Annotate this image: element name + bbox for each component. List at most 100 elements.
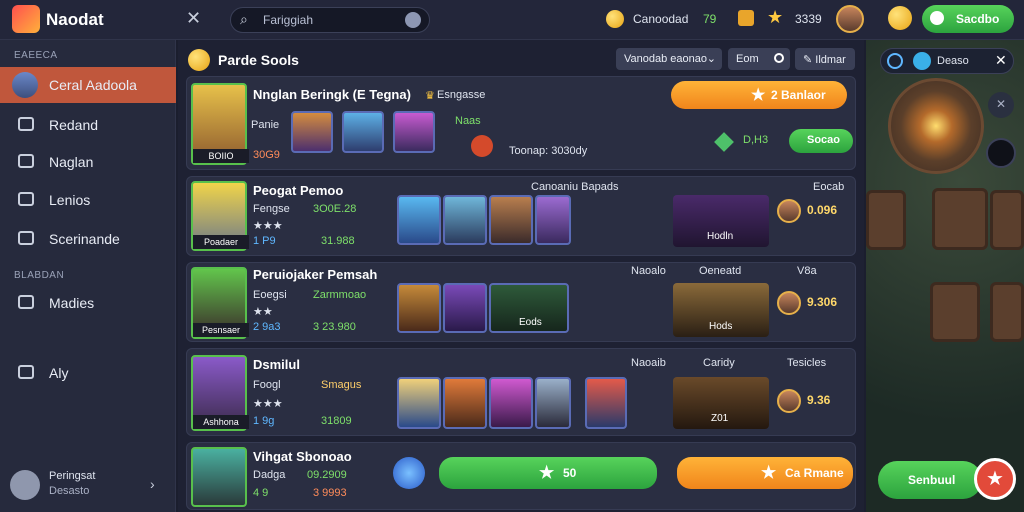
card-line: Fengse <box>253 203 290 215</box>
profile-menu[interactable]: Peringsat Desasto › <box>0 470 176 502</box>
hero-portrait: Ashhona <box>191 355 249 431</box>
orange-action-button[interactable]: ★ Ca Rmane <box>677 457 853 489</box>
game-card[interactable]: Pesnsaer Peruiojaker Pemsah Eoegsi Zarmm… <box>186 262 856 342</box>
champion-tile[interactable] <box>393 111 435 153</box>
sidebar-item-scerinande[interactable]: Scerinande <box>0 221 176 257</box>
champion-tile[interactable] <box>443 283 487 333</box>
sidebar-item-madies[interactable]: Madies <box>0 285 176 321</box>
search-value: Fariggiah <box>263 13 314 27</box>
card-stat-value: 31809 <box>321 415 352 427</box>
refresh-icon <box>887 53 903 69</box>
chip-bar[interactable]: Deaso ✕ <box>880 48 1014 74</box>
chest-icon[interactable] <box>738 10 754 26</box>
profile-subtitle: Desasto <box>49 485 90 497</box>
game-card[interactable]: Ashhona Dsmilul Foogl Smagus ★★★ 1 9g 31… <box>186 348 856 436</box>
card-detail: Panie <box>251 119 280 131</box>
game-card[interactable]: Poadaer Peogat Pemoo Fengse 3O0E.28 ★★★ … <box>186 176 856 256</box>
champion-tile[interactable] <box>489 377 533 429</box>
filter-icon[interactable] <box>405 12 421 28</box>
search-icon: ⌕ <box>240 11 248 27</box>
chevron-down-icon: ⌄ <box>706 53 716 65</box>
champion-tile[interactable] <box>397 283 441 333</box>
card-title: Nnglan Beringk (E Tegna) <box>253 87 411 102</box>
star-icon: ★ <box>539 463 555 482</box>
card-title: Dsmilul <box>253 357 300 372</box>
card-line: Foogl <box>253 379 281 391</box>
green-action-button[interactable]: ★ 50 <box>439 457 657 489</box>
filter-toggle[interactable]: Eom <box>728 48 790 70</box>
champion-tile[interactable] <box>291 111 333 153</box>
gold-coin-icon[interactable] <box>888 6 912 30</box>
sidebar-section-label: EAEECA <box>14 50 58 61</box>
star-icon: ★ <box>761 463 777 482</box>
champion-tile[interactable] <box>585 377 627 429</box>
emoji-icon <box>188 49 210 71</box>
card-stat: 4 9 <box>253 487 269 499</box>
player-avatar[interactable] <box>836 5 864 33</box>
seller-avatar <box>777 199 801 223</box>
sidebar: EAEECA Ceral Aadoola Redand Naglan Lenio… <box>0 40 176 512</box>
play-button[interactable]: Sacdbo <box>922 5 1014 33</box>
sidebar-item-ceral-aadoola[interactable]: Ceral Aadoola <box>0 67 176 103</box>
champion-tile[interactable] <box>342 111 384 153</box>
edit-icon <box>18 192 34 206</box>
app-logo <box>12 5 40 33</box>
sidebar-item-redand[interactable]: Redand <box>0 107 176 143</box>
champion-tile[interactable] <box>443 195 487 245</box>
seller-avatar <box>777 291 801 315</box>
trophy-icon: ♛ <box>425 90 435 102</box>
card-line-value: 3O0E.28 <box>313 203 357 215</box>
grid-icon <box>18 231 34 245</box>
champion-tile[interactable] <box>397 377 441 429</box>
reward-panel: Hods <box>673 283 769 337</box>
card-header-c: Tesicles <box>787 357 827 369</box>
filter-select[interactable]: Vanodab eaonao ⌄ <box>616 48 722 70</box>
price-label: 0.096 <box>807 203 838 217</box>
card-header-a: Naoaib <box>631 357 666 369</box>
card-header-b: Oeneatd <box>699 265 742 277</box>
crate-decoration <box>930 282 980 342</box>
close-icon[interactable]: ✕ <box>995 52 1007 69</box>
card-action-button[interactable]: Socao <box>789 129 853 153</box>
card-stat: 2 9a3 <box>253 321 281 333</box>
card-line-value: 09.2909 <box>307 469 347 481</box>
champion-tile[interactable] <box>535 377 571 429</box>
action-button[interactable]: Senbuul <box>878 461 982 499</box>
game-card[interactable]: BOIIO Nnglan Beringk (E Tegna) ♛ Esngass… <box>186 76 856 170</box>
sidebar-item-naglan[interactable]: Naglan <box>0 144 176 180</box>
chevron-right-icon[interactable]: › <box>150 476 155 492</box>
item-tile[interactable]: Eods <box>489 283 569 333</box>
coin-count: 3339 <box>795 12 822 26</box>
card-header-c: V8a <box>797 265 817 277</box>
sidebar-item-aly[interactable]: Aly <box>0 355 176 391</box>
card-stat: 1 P9 <box>253 235 276 247</box>
card-line-value: Smagus <box>321 379 362 391</box>
target-icon[interactable] <box>986 138 1016 168</box>
refresh-icon <box>774 53 784 63</box>
champion-tile[interactable] <box>535 195 571 245</box>
app-title: Naodat <box>46 10 104 29</box>
currency-label: Canoodad <box>633 12 689 26</box>
card-stat-value: 31.988 <box>321 235 355 247</box>
price-label: 9.306 <box>807 295 838 309</box>
treasure-wheel[interactable] <box>888 78 984 174</box>
card-header-a: Naoalo <box>631 265 666 277</box>
bird-icon <box>913 52 931 70</box>
hero-portrait: Pesnsaer <box>191 267 249 339</box>
sidebar-item-lenios[interactable]: Lenios <box>0 182 176 218</box>
compass-icon[interactable]: ✕ <box>988 92 1014 118</box>
card-value: 30G9 <box>253 149 280 161</box>
close-icon[interactable]: ✕ <box>186 8 201 29</box>
seller-avatar <box>777 389 801 413</box>
settings-button[interactable]: ✎ Ildmar <box>795 48 855 70</box>
champion-tile[interactable] <box>489 195 533 245</box>
champion-tile[interactable] <box>443 377 487 429</box>
banner-button[interactable]: ★ 2 Banlaor <box>671 81 847 109</box>
champion-tile[interactable] <box>397 195 441 245</box>
favorite-star-icon[interactable]: ★ <box>974 458 1016 500</box>
box-icon <box>18 295 34 309</box>
game-card[interactable]: Vihgat Sbonoao Dadga 09.2909 4 9 3 9993 … <box>186 442 856 510</box>
feather-icon[interactable] <box>393 457 425 489</box>
search-input[interactable]: ⌕ Fariggiah <box>230 7 430 33</box>
card-stat-value: 3 23.980 <box>313 321 356 333</box>
